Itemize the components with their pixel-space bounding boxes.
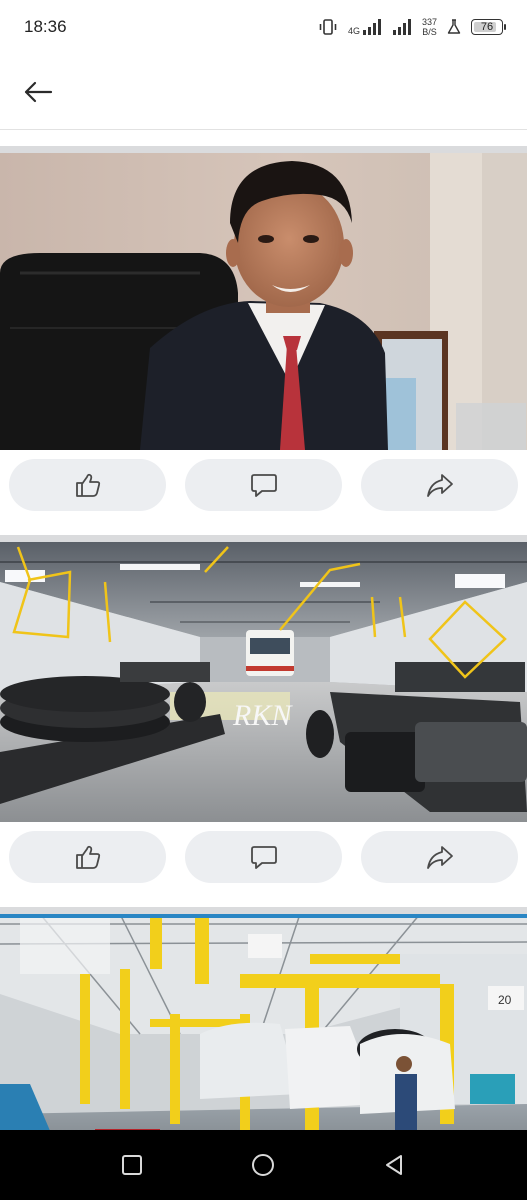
share-button[interactable] [361, 831, 518, 883]
mobile-signal-4g: 4G [348, 18, 382, 36]
comment-button[interactable] [185, 459, 342, 511]
post-actions-1 [0, 450, 527, 520]
network-type: 4G [347, 26, 360, 36]
vibrate-icon [319, 19, 337, 35]
home-circle-icon[interactable] [251, 1153, 275, 1177]
arrow-left-icon [24, 81, 53, 103]
back-triangle-icon[interactable] [382, 1153, 406, 1177]
status-bar: 18:36 4G 337 B/S 76 [0, 0, 527, 52]
thumbs-up-icon [75, 473, 100, 497]
post-photo-businessman[interactable] [0, 153, 527, 450]
battery-indicator: 76 [471, 19, 506, 35]
share-button[interactable] [361, 459, 518, 511]
like-button[interactable] [9, 459, 166, 511]
feed-divider [0, 131, 527, 153]
businessman-in-office-photo [0, 153, 527, 450]
status-time: 18:36 [24, 17, 67, 36]
data-speed: 337 B/S [422, 17, 437, 37]
data-speed-unit: B/S [422, 27, 437, 37]
speech-bubble-icon [250, 846, 277, 869]
vehicle-assembly-line-photo: 20 [0, 914, 527, 1130]
share-arrow-icon [426, 846, 453, 869]
cell-signal-icon [362, 19, 381, 35]
watermark-text: RKN [232, 699, 293, 732]
bus-chassis-factory-photo: RKN [0, 542, 527, 822]
speech-bubble-icon [250, 474, 277, 497]
wall-sign-number: 20 [498, 993, 512, 1007]
flask-icon [447, 19, 461, 34]
cell-signal-2-icon [392, 19, 411, 35]
share-arrow-icon [426, 474, 453, 497]
feed-divider [0, 520, 527, 542]
recents-square-icon[interactable] [120, 1153, 144, 1177]
back-button[interactable] [14, 72, 62, 112]
comment-button[interactable] [185, 831, 342, 883]
like-button[interactable] [9, 831, 166, 883]
feed-divider [0, 892, 527, 914]
system-navigation-bar [0, 1130, 527, 1200]
post-photo-factory[interactable]: RKN [0, 542, 527, 822]
status-icons: 4G 337 B/S 76 [318, 14, 506, 40]
post-actions-2 [0, 822, 527, 892]
post-photo-assembly-line[interactable]: 20 [0, 914, 527, 1130]
battery-level: 76 [480, 21, 494, 33]
thumbs-up-icon [75, 845, 100, 869]
photo-feed[interactable]: RKN 20 [0, 131, 527, 1130]
app-bar [0, 52, 527, 130]
data-speed-value: 337 [421, 17, 437, 27]
